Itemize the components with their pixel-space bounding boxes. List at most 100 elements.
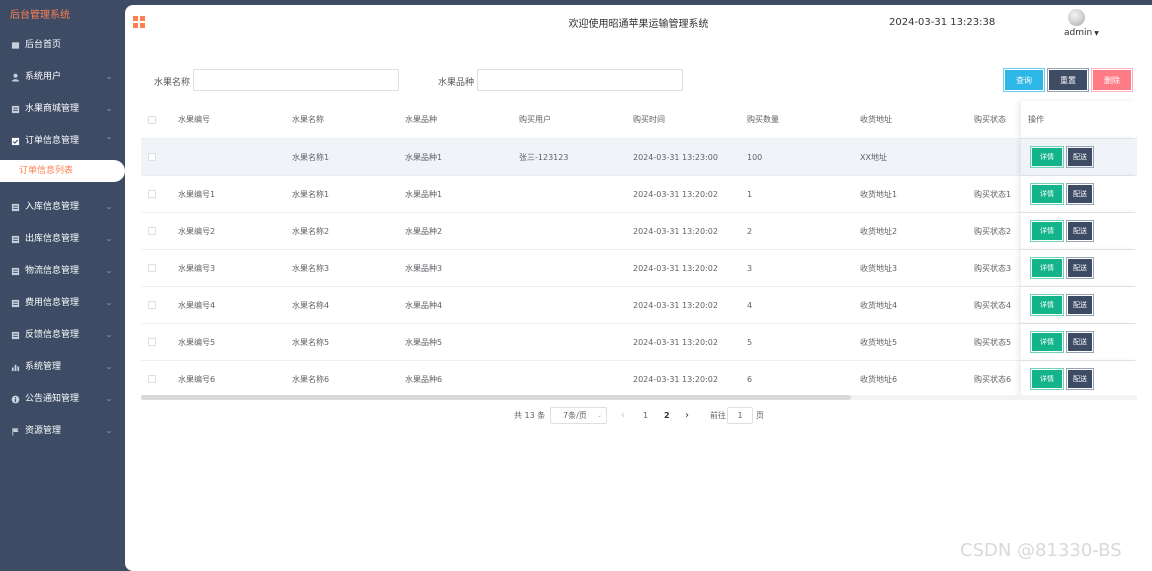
sidebar-item-system[interactable]: 系统管理 ⌄ — [0, 351, 125, 383]
cell-address: 收货地址5 — [860, 337, 898, 347]
sidebar-item-label: 系统用户 — [25, 72, 62, 82]
main-panel: 欢迎使用昭通苹果运输管理系统 2024-03-31 13:23:38 admin… — [125, 5, 1152, 571]
sidebar-item-resources[interactable]: 资源管理 ⌄ — [0, 415, 125, 447]
fruit-name-input[interactable] — [193, 69, 399, 91]
delete-button[interactable]: 删除 — [1091, 68, 1133, 92]
cell-fruit-id: 水果编号3 — [178, 263, 216, 273]
row-actions: 详情 配送 — [1021, 213, 1137, 249]
detail-button[interactable]: 详情 — [1030, 331, 1064, 353]
row-checkbox[interactable] — [148, 153, 156, 161]
column-header: 购买用户 — [519, 115, 551, 124]
query-button[interactable]: 查询 — [1003, 68, 1045, 92]
cell-quantity: 1 — [747, 189, 753, 199]
avatar[interactable] — [1068, 9, 1085, 26]
fruit-variety-input[interactable] — [477, 69, 683, 91]
row-checkbox[interactable] — [148, 375, 156, 383]
detail-button[interactable]: 详情 — [1030, 146, 1064, 168]
reset-button[interactable]: 重置 — [1047, 68, 1089, 92]
detail-button[interactable]: 详情 — [1030, 368, 1064, 390]
menu-icon — [11, 299, 20, 308]
goto-page-input[interactable] — [727, 407, 753, 424]
username: admin — [1064, 28, 1093, 38]
fruit-name-label: 水果名称 — [154, 78, 191, 88]
page-size-select[interactable]: 7条/页 ⌄ — [550, 407, 607, 424]
chevron-down-icon: ⌄ — [105, 234, 113, 243]
chevron-down-icon: ⌄ — [105, 104, 113, 113]
row-checkbox[interactable] — [148, 301, 156, 309]
table-row[interactable]: 水果编号6 水果名称6 水果品种6 2024-03-31 13:20:02 6 … — [141, 361, 1137, 398]
sidebar-item-home[interactable]: 后台首页 — [0, 29, 125, 61]
user-dropdown[interactable]: admin ▼ — [1064, 28, 1099, 38]
detail-button[interactable]: 详情 — [1030, 183, 1064, 205]
sidebar-item-label: 入库信息管理 — [25, 202, 80, 212]
prev-page-button[interactable]: ‹ — [621, 407, 625, 425]
column-header: 水果品种 — [405, 115, 437, 124]
sidebar-subitem-order-list[interactable]: 订单信息列表 — [0, 160, 125, 182]
sidebar-item-fees[interactable]: 费用信息管理 ⌄ — [0, 287, 125, 319]
table-row[interactable]: 水果编号5 水果名称5 水果品种5 2024-03-31 13:20:02 5 … — [141, 324, 1137, 361]
sidebar-item-system-users[interactable]: 系统用户 ⌄ — [0, 61, 125, 93]
detail-button[interactable]: 详情 — [1030, 294, 1064, 316]
cell-fruit-variety: 水果品种1 — [405, 189, 443, 199]
cell-status: 购买状态2 — [974, 226, 1012, 236]
ship-button[interactable]: 配送 — [1066, 183, 1094, 205]
sidebar-item-notices[interactable]: 公告通知管理 ⌄ — [0, 383, 125, 415]
page-title: 欢迎使用昭通苹果运输管理系统 — [568, 19, 709, 30]
cell-fruit-variety: 水果品种5 — [405, 337, 443, 347]
sidebar-item-label: 系统管理 — [25, 362, 62, 372]
page-1[interactable]: 1 — [643, 407, 648, 425]
menu-icon — [11, 235, 20, 244]
row-checkbox[interactable] — [148, 190, 156, 198]
ship-button[interactable]: 配送 — [1066, 257, 1094, 279]
caret-down-icon: ▼ — [1094, 30, 1099, 37]
table-row[interactable]: 水果编号4 水果名称4 水果品种4 2024-03-31 13:20:02 4 … — [141, 287, 1137, 324]
cell-purchase-time: 2024-03-31 13:20:02 — [633, 189, 718, 199]
cell-fruit-id: 水果编号6 — [178, 374, 216, 384]
goto-suffix: 页 — [756, 411, 764, 420]
sidebar-item-order-info[interactable]: 订单信息管理 ⌃ — [0, 125, 125, 157]
ship-button[interactable]: 配送 — [1066, 294, 1094, 316]
page-size-value: 7条/页 — [563, 411, 587, 420]
cell-fruit-variety: 水果品种4 — [405, 300, 443, 310]
chevron-down-icon: ⌄ — [105, 298, 113, 307]
row-actions: 详情 配送 — [1021, 250, 1137, 286]
row-actions: 详情 配送 — [1021, 287, 1137, 323]
page-2-current[interactable]: 2 — [664, 407, 670, 425]
select-all-checkbox[interactable] — [148, 115, 156, 124]
next-page-button[interactable]: › — [685, 407, 689, 425]
ship-button[interactable]: 配送 — [1066, 331, 1094, 353]
chevron-down-icon: ⌄ — [105, 266, 113, 275]
ship-button[interactable]: 配送 — [1066, 220, 1094, 242]
detail-button[interactable]: 详情 — [1030, 257, 1064, 279]
sidebar-item-feedback[interactable]: 反馈信息管理 ⌄ — [0, 319, 125, 351]
sidebar-item-label: 水果商城管理 — [25, 104, 80, 114]
cell-buyer: 张三-123123 — [519, 152, 569, 162]
row-checkbox[interactable] — [148, 227, 156, 235]
sidebar-item-label: 反馈信息管理 — [25, 330, 80, 340]
cell-purchase-time: 2024-03-31 13:20:02 — [633, 300, 718, 310]
row-checkbox[interactable] — [148, 338, 156, 346]
ship-button[interactable]: 配送 — [1066, 368, 1094, 390]
ship-button[interactable]: 配送 — [1066, 146, 1094, 168]
chevron-down-icon: ⌄ — [105, 72, 113, 81]
table-row[interactable]: 水果编号2 水果名称2 水果品种2 2024-03-31 13:20:02 2 … — [141, 213, 1137, 250]
sidebar-item-fruit-shop[interactable]: 水果商城管理 ⌄ — [0, 93, 125, 125]
detail-button[interactable]: 详情 — [1030, 220, 1064, 242]
sidebar-item-label: 资源管理 — [25, 426, 62, 436]
scrollbar-thumb[interactable] — [141, 395, 851, 400]
sidebar-item-outbound[interactable]: 出库信息管理 ⌄ — [0, 223, 125, 255]
sidebar-item-inbound[interactable]: 入库信息管理 ⌄ — [0, 191, 125, 223]
sidebar-item-label: 费用信息管理 — [25, 298, 80, 308]
cell-status: 购买状态6 — [974, 374, 1012, 384]
row-actions: 详情 配送 — [1021, 324, 1137, 360]
row-checkbox[interactable] — [148, 264, 156, 272]
horizontal-scrollbar[interactable] — [141, 395, 1137, 400]
cell-fruit-id: 水果编号5 — [178, 337, 216, 347]
sidebar-item-logistics[interactable]: 物流信息管理 ⌄ — [0, 255, 125, 287]
cell-purchase-time: 2024-03-31 13:20:02 — [633, 226, 718, 236]
table-row[interactable]: 水果编号3 水果名称3 水果品种3 2024-03-31 13:20:02 3 … — [141, 250, 1137, 287]
table-row[interactable]: 水果名称1 水果品种1 张三-123123 2024-03-31 13:23:0… — [141, 139, 1137, 176]
cell-quantity: 2 — [747, 226, 753, 236]
cell-fruit-name: 水果名称1 — [292, 189, 330, 199]
table-row[interactable]: 水果编号1 水果名称1 水果品种1 2024-03-31 13:20:02 1 … — [141, 176, 1137, 213]
